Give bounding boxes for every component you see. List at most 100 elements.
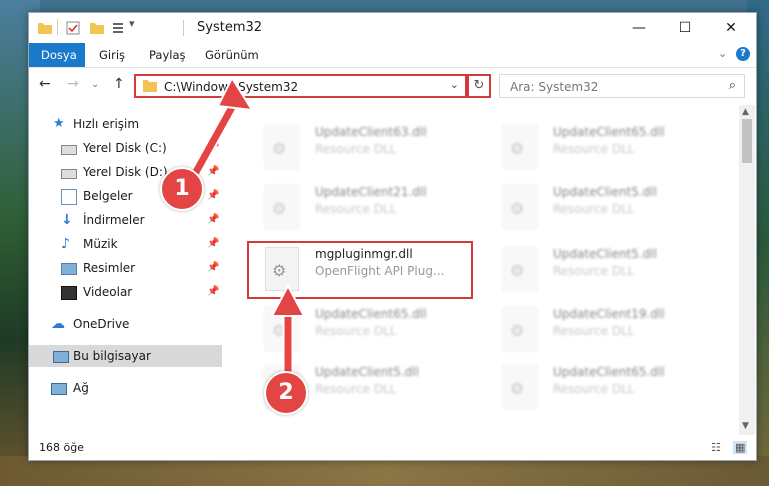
back-icon[interactable]: ←: [39, 76, 51, 92]
scroll-up-icon[interactable]: ▲: [742, 107, 749, 117]
search-input[interactable]: Ara: System32 ⌕: [499, 74, 745, 98]
gear-icon: ⚙: [272, 139, 287, 158]
star-icon: ★: [53, 116, 65, 131]
network-icon: [51, 383, 67, 395]
sidebar-item-pictures[interactable]: Resimler 📌: [29, 257, 222, 279]
file-item[interactable]: ⚙ UpdateClient5.dll Resource DLL: [485, 241, 715, 299]
pin-icon[interactable]: 📌: [207, 233, 219, 255]
scrollbar-thumb[interactable]: [742, 119, 752, 163]
file-item[interactable]: ⚙ UpdateClient5.dll Resource DLL: [485, 179, 715, 237]
status-bar: 168 öğe ☷ ▦: [29, 435, 756, 460]
qa-divider: [57, 19, 58, 35]
tab-gorunum[interactable]: Görünüm: [193, 43, 271, 67]
pin-icon[interactable]: 📌: [207, 209, 219, 231]
sidebar-item-this-pc[interactable]: Bu bilgisayar: [29, 345, 222, 367]
file-type: Resource DLL: [553, 142, 635, 156]
folder-icon: [38, 23, 52, 34]
title-bar: ▾ System32 — ☐ ✕: [29, 13, 756, 43]
pictures-icon: [61, 263, 77, 275]
customize-toolbar-icon[interactable]: [111, 19, 127, 37]
minimize-button[interactable]: —: [616, 13, 662, 43]
sidebar-item-music[interactable]: ♪ Müzik 📌: [29, 233, 222, 255]
sidebar-item-label: Müzik: [83, 237, 118, 251]
gear-icon: ⚙: [510, 139, 525, 158]
forward-icon[interactable]: →: [67, 76, 79, 92]
ribbon-expand-icon[interactable]: ⌄: [718, 47, 727, 60]
pin-icon[interactable]: 📌: [207, 185, 219, 207]
gear-icon: ⚙: [510, 379, 525, 398]
gear-icon: ⚙: [272, 199, 287, 218]
navigation-pane: ★ Hızlı erişim Yerel Disk (C:) 📌 Yerel D…: [29, 105, 224, 435]
music-icon: ♪: [61, 236, 70, 252]
callout-step-1: 1: [160, 167, 204, 211]
file-type: Resource DLL: [553, 382, 635, 396]
file-item[interactable]: ⚙ UpdateClient65.dll Resource DLL: [247, 301, 477, 359]
details-view-icon[interactable]: ☷: [711, 441, 721, 454]
tab-giris[interactable]: Giriş: [87, 43, 137, 67]
download-icon: ↓: [61, 212, 73, 228]
sidebar-item-label: Ağ: [73, 381, 89, 395]
file-type: Resource DLL: [315, 382, 397, 396]
scroll-down-icon[interactable]: ▼: [742, 421, 749, 431]
pin-icon[interactable]: 📌: [207, 137, 219, 159]
title-separator: [183, 20, 184, 36]
sidebar-item-label: Hızlı erişim: [73, 117, 140, 131]
sidebar-item-downloads[interactable]: ↓ İndirmeler 📌: [29, 209, 222, 231]
folder-icon: [143, 80, 157, 92]
dropdown-arrow-icon[interactable]: ▾: [129, 17, 135, 30]
maximize-button[interactable]: ☐: [662, 13, 708, 43]
pin-icon[interactable]: 📌: [207, 257, 219, 279]
file-name: UpdateClient21.dll: [315, 185, 427, 199]
sidebar-item-drive-c[interactable]: Yerel Disk (C:) 📌: [29, 137, 222, 159]
gear-icon: ⚙: [510, 199, 525, 218]
item-count: 168 öğe: [39, 441, 84, 454]
callout-step-2: 2: [264, 371, 308, 415]
address-bar[interactable]: C:\Windows\System32 ⌄: [134, 74, 467, 98]
file-item[interactable]: ⚙ UpdateClient63.dll Resource DLL: [247, 119, 477, 177]
up-icon[interactable]: ↑: [113, 76, 125, 92]
search-placeholder: Ara: System32: [510, 80, 599, 94]
file-name: UpdateClient65.dll: [315, 307, 427, 321]
sidebar-item-label: Videolar: [83, 285, 133, 299]
file-name: UpdateClient65.dll: [553, 365, 665, 379]
pin-icon[interactable]: 📌: [207, 161, 219, 183]
file-item[interactable]: ⚙ UpdateClient21.dll Resource DLL: [247, 179, 477, 237]
file-type: Resource DLL: [553, 264, 635, 278]
sidebar-item-label: OneDrive: [73, 317, 130, 331]
documents-icon: [61, 189, 77, 205]
file-type: Resource DLL: [315, 142, 397, 156]
file-name: UpdateClient63.dll: [315, 125, 427, 139]
properties-icon[interactable]: [65, 19, 81, 37]
tab-dosya[interactable]: Dosya: [29, 43, 85, 67]
file-type: Resource DLL: [553, 324, 635, 338]
file-item[interactable]: ⚙ UpdateClient65.dll Resource DLL: [485, 119, 715, 177]
sidebar-item-network[interactable]: Ağ: [29, 377, 222, 399]
ribbon-tabs: Dosya Giriş Paylaş Görünüm ⌄ ?: [29, 43, 756, 68]
drive-icon: [61, 169, 77, 179]
sidebar-item-label: Yerel Disk (D:): [83, 165, 168, 179]
close-button[interactable]: ✕: [708, 13, 754, 43]
sidebar-item-label: Bu bilgisayar: [73, 349, 151, 363]
gear-icon: ⚙: [272, 321, 287, 340]
gear-icon: ⚙: [510, 321, 525, 340]
new-folder-icon[interactable]: [89, 19, 105, 37]
address-dropdown-icon[interactable]: ⌄: [450, 78, 459, 91]
file-item[interactable]: ⚙ UpdateClient65.dll Resource DLL: [485, 359, 715, 417]
explorer-window: ▾ System32 — ☐ ✕ Dosya Giriş Paylaş Görü…: [28, 12, 757, 461]
file-item[interactable]: ⚙ UpdateClient19.dll Resource DLL: [485, 301, 715, 359]
pin-icon[interactable]: 📌: [207, 281, 219, 303]
sidebar-item-videos[interactable]: Videolar 📌: [29, 281, 222, 303]
cloud-icon: ☁: [51, 316, 65, 332]
file-name: UpdateClient5.dll: [553, 185, 657, 199]
file-type: Resource DLL: [553, 202, 635, 216]
help-icon[interactable]: ?: [736, 47, 750, 61]
recent-locations-icon[interactable]: ⌄: [91, 79, 99, 90]
navigation-bar: ← → ⌄ ↑ C:\Windows\System32 ⌄ ↻ Ara: Sys…: [29, 68, 756, 102]
tiles-view-icon[interactable]: ▦: [733, 441, 748, 454]
tab-paylas[interactable]: Paylaş: [137, 43, 198, 67]
sidebar-item-quick-access[interactable]: ★ Hızlı erişim: [29, 113, 222, 135]
sidebar-item-onedrive[interactable]: ☁ OneDrive: [29, 313, 222, 335]
refresh-button[interactable]: ↻: [467, 74, 491, 98]
sidebar-item-label: Belgeler: [83, 189, 133, 203]
vertical-scrollbar[interactable]: ▲ ▼: [739, 105, 755, 435]
